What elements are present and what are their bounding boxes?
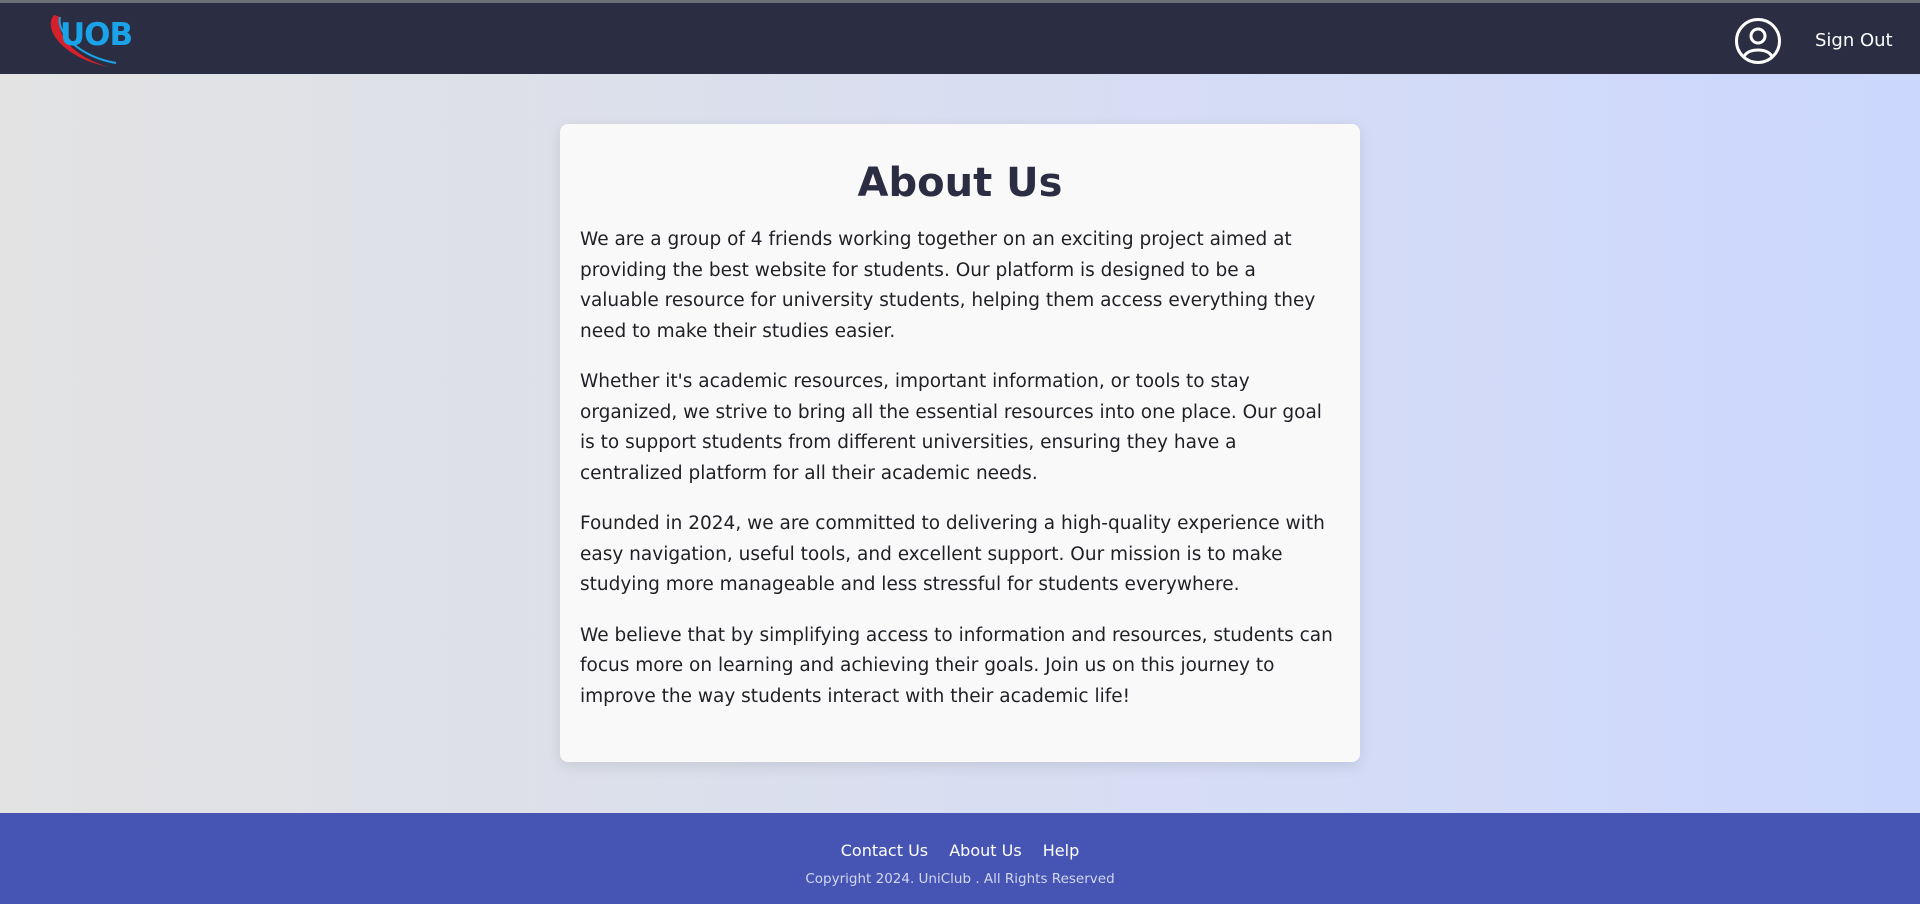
footer: Contact Us About Us Help Copyright 2024.… <box>0 813 1920 904</box>
about-paragraph-1: We are a group of 4 friends working toge… <box>580 229 1316 342</box>
footer-link-contact-us[interactable]: Contact Us <box>841 841 928 860</box>
user-account-icon[interactable] <box>1734 17 1782 65</box>
uob-logo[interactable]: UOB <box>46 7 146 73</box>
footer-link-about-us[interactable]: About Us <box>949 841 1021 860</box>
about-paragraph-2: Whether it's academic resources, importa… <box>580 371 1322 484</box>
about-us-card: About Us We are a group of 4 friends wor… <box>560 124 1360 762</box>
page-title: About Us <box>857 160 1063 206</box>
copyright-text: Copyright 2024. UniClub . All Rights Res… <box>805 871 1115 887</box>
top-navbar: UOB Sign Out <box>0 3 1920 74</box>
about-paragraph-3: Founded in 2024, we are committed to del… <box>580 513 1325 595</box>
sign-out-link[interactable]: Sign Out <box>1815 30 1893 52</box>
footer-links: Contact Us About Us Help <box>0 841 1920 861</box>
logo-text: UOB <box>60 17 133 53</box>
about-paragraph-4: We believe that by simplifying access to… <box>580 624 1333 707</box>
footer-link-help[interactable]: Help <box>1043 841 1079 860</box>
